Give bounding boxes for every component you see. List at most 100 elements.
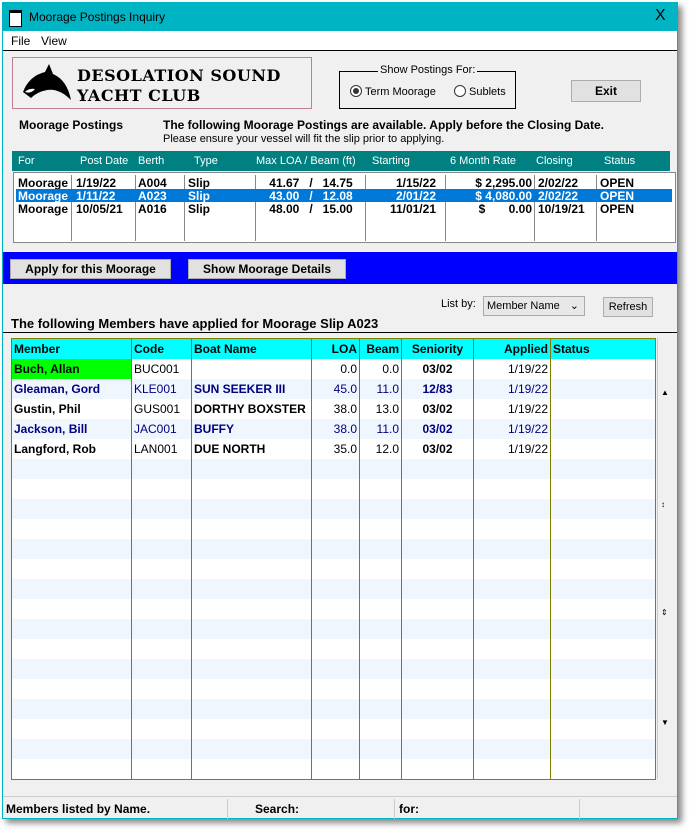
grid-row[interactable] [11,579,656,600]
posting-row[interactable]: Moorage 1/11/22 A023 Slip 43.00 / 12.08 2/01/… [16,189,672,203]
grid-row[interactable] [11,759,656,780]
empty-cell [192,599,312,619]
postings-label: Moorage Postings [19,118,124,132]
empty-cell [474,519,551,539]
empty-cell [312,739,360,759]
postings-col-header[interactable]: Berth [138,155,164,167]
term-moorage-radio[interactable]: Term Moorage [350,85,436,98]
grid-row[interactable] [11,699,656,720]
grid-cell: DORTHY BOXSTER [192,399,312,419]
empty-cell [474,699,551,719]
posting-cell: 41.67 / 14.75 [269,176,353,190]
grid-row[interactable]: Langford, Rob LAN001 DUE NORTH 35.0 12.0 03/0… [11,439,656,460]
empty-cell [192,759,312,779]
grid-row[interactable] [11,719,656,740]
empty-cell [192,539,312,559]
empty-cell [192,479,312,499]
postings-col-header[interactable]: Post Date [80,155,128,167]
empty-cell [551,639,656,659]
grid-cell: 11.0 [360,379,402,399]
posting-cell: A004 [138,176,167,190]
apply-button[interactable]: Apply for this Moorage [10,259,171,279]
empty-cell [312,539,360,559]
posting-cell: Slip [188,176,211,190]
grid-row[interactable]: Gleaman, Gord KLE001 SUN SEEKER III 45.0 11.… [11,379,656,400]
postings-col-header[interactable]: Type [194,155,218,167]
postings-col-header[interactable]: Starting [372,155,410,167]
grid-cell: 12/83 [402,379,474,399]
posting-cell: $ 2,295.00 [475,176,532,190]
empty-cell [132,739,192,759]
grid-row[interactable] [11,739,656,760]
empty-cell [132,499,192,519]
list-by-select[interactable]: Member Name ⌄ [483,296,585,316]
grid-row[interactable] [11,639,656,660]
exit-button[interactable]: Exit [571,80,641,102]
grid-row[interactable] [11,619,656,640]
postings-list[interactable]: Moorage 1/19/22 A004 Slip 41.67 / 14.75 1/15/… [13,172,676,243]
empty-cell [192,659,312,679]
refresh-button[interactable]: Refresh [603,297,653,317]
grid-row[interactable]: Buch, Allan BUC001 0.0 0.0 03/02 1/19/22 [11,359,656,380]
postings-col-header[interactable]: Closing [536,155,573,167]
show-postings-group: Show Postings For: Term Moorage Sublets [339,64,516,109]
grid-cell: Gustin, Phil [11,399,132,419]
postings-col-header[interactable]: For [18,155,35,167]
empty-cell [551,679,656,699]
grid-row[interactable] [11,459,656,480]
empty-cell [474,639,551,659]
scroll-page-icon[interactable]: ↕ [661,500,665,509]
show-details-button[interactable]: Show Moorage Details [188,259,346,279]
posting-row[interactable]: Moorage 1/19/22 A004 Slip 41.67 / 14.75 1/15/… [16,176,672,190]
empty-cell [312,459,360,479]
menu-view[interactable]: View [41,34,67,48]
grid-row[interactable]: Jackson, Bill JAC001 BUFFY 38.0 11.0 03/02 1/1… [11,419,656,440]
empty-cell [312,599,360,619]
posting-cell: 2/02/22 [538,176,579,190]
empty-cell [132,559,192,579]
grid-row[interactable] [11,659,656,680]
posting-cell: Moorage [18,189,69,203]
postings-col-header[interactable]: Status [604,155,635,167]
postings-col-header[interactable]: Max LOA / Beam (ft) [256,155,356,167]
posting-cell: Slip [188,202,211,216]
empty-cell [11,759,132,779]
sublets-radio[interactable]: Sublets [454,85,506,98]
grid-cell [192,359,312,379]
empty-cell [132,699,192,719]
grid-cell: 13.0 [360,399,402,419]
empty-cell [402,479,474,499]
chevron-down-icon: ⌄ [569,300,579,312]
close-button[interactable]: X [655,7,666,25]
grid-row[interactable] [11,479,656,500]
grid-cell: 03/02 [402,439,474,459]
empty-cell [402,599,474,619]
grid-cell: Member [11,339,132,359]
empty-cell [551,719,656,739]
scroll-page-down-icon[interactable]: ⇕ [661,608,668,617]
scroll-up-icon[interactable]: ▲ [661,388,669,397]
empty-cell [474,459,551,479]
grid-row[interactable] [11,559,656,580]
empty-cell [132,579,192,599]
empty-cell [474,479,551,499]
grid-row[interactable] [11,599,656,620]
empty-cell [360,599,402,619]
posting-row[interactable]: Moorage 10/05/21 A016 Slip 48.00 / 15.00 11/0… [16,202,672,216]
empty-cell [192,719,312,739]
empty-cell [360,539,402,559]
empty-cell [360,639,402,659]
grid-row[interactable] [11,679,656,700]
posting-cell: OPEN [600,176,635,190]
empty-cell [360,479,402,499]
menu-file[interactable]: File [11,34,30,48]
grid-scrollbar[interactable]: ▲ ↕ ⇕ ▼ [657,338,672,779]
grid-row[interactable] [11,539,656,560]
grid-row[interactable]: Gustin, Phil GUS001 DORTHY BOXSTER 38.0 13.0… [11,399,656,420]
empty-cell [312,679,360,699]
empty-cell [192,579,312,599]
scroll-down-icon[interactable]: ▼ [661,718,669,727]
grid-row[interactable] [11,519,656,540]
postings-col-header[interactable]: 6 Month Rate [450,155,516,167]
grid-row[interactable] [11,499,656,520]
